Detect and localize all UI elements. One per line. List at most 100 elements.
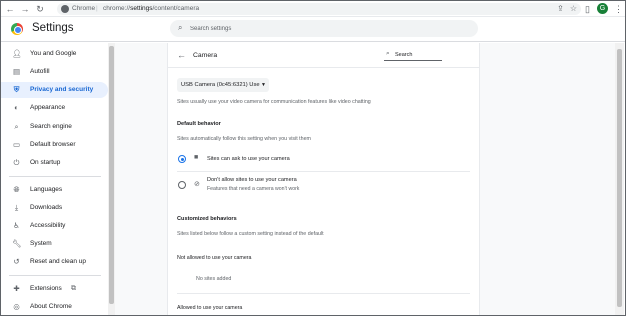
address-bar[interactable]: Chrome | chrome://settings/content/camer… — [57, 3, 581, 15]
history-icon: ↺ — [13, 257, 20, 266]
sidebar-item-label: Autofill — [30, 68, 50, 75]
sidebar-item-appearance[interactable]: ◐ Appearance — [1, 100, 108, 116]
palette-icon: ◐ — [14, 103, 19, 112]
header-divider — [168, 67, 479, 68]
sidebar-item-default-browser[interactable]: ▭ Default browser — [1, 137, 108, 153]
sidebar-item-search-engine[interactable]: ⌕ Search engine — [1, 119, 108, 135]
accessibility-icon: ♿︎ — [13, 221, 20, 230]
camera-icon: ■ — [194, 154, 199, 161]
sidebar-item-label: System — [30, 240, 52, 247]
camera-off-icon: ⊘ — [194, 181, 200, 188]
menu-dots-icon[interactable]: ⋮ — [614, 3, 623, 15]
not-allowed-title: Not allowed to use your camera — [177, 255, 252, 261]
settings-sidebar: 👤︎ You and Google ▤ Autofill ⛨ Privacy a… — [1, 43, 108, 315]
sidebar-item-label: You and Google — [30, 50, 77, 57]
not-allowed-empty-text: No sites added — [196, 276, 232, 282]
allowed-title: Allowed to use your camera — [177, 305, 243, 311]
camera-device-description: Sites usually use your video camera for … — [177, 99, 371, 105]
search-icon: ⌕ — [386, 50, 390, 57]
default-behavior-description: Sites automatically follow this setting … — [177, 136, 311, 142]
globe-icon: 🌐︎ — [13, 185, 20, 194]
camera-search[interactable]: ⌕ — [384, 50, 442, 61]
url-highlight: settings — [130, 5, 153, 12]
settings-search-input[interactable] — [190, 23, 460, 34]
download-icon: ⤓ — [14, 203, 19, 212]
chrome-icon: ◎ — [13, 302, 20, 311]
camera-settings-card: ← Camera ⌕ USB Camera (0c45:6321) Use ▼ … — [167, 43, 480, 315]
settings-search[interactable]: ⌕ — [170, 20, 478, 37]
customized-behaviors-title: Customized behaviors — [177, 216, 237, 222]
allow-camera-label[interactable]: Sites can ask to use your camera — [207, 156, 290, 162]
camera-device-select[interactable]: USB Camera (0c45:6321) Use ▼ — [177, 78, 269, 92]
sidebar-item-label: Appearance — [30, 104, 66, 111]
sidebar-item-label: Downloads — [30, 204, 63, 211]
sidebar-divider — [9, 275, 101, 276]
sidebar-item-label: Reset and clean up — [30, 258, 87, 265]
allow-camera-radio[interactable] — [178, 155, 186, 163]
forward-button[interactable]: → — [19, 3, 31, 15]
clipboard-icon: ▤ — [12, 67, 21, 76]
external-link-icon: ⧉ — [71, 285, 76, 292]
chrome-logo-icon — [11, 23, 23, 35]
customized-behaviors-description: Sites listed below follow a custom setti… — [177, 231, 324, 237]
back-button[interactable]: ← — [4, 3, 16, 15]
caret-down-icon: ▼ — [261, 82, 266, 88]
person-icon: 👤︎ — [12, 49, 22, 58]
section-divider — [177, 293, 470, 294]
profile-avatar[interactable]: G — [597, 3, 608, 14]
block-camera-sublabel: Features that need a camera won't work — [207, 186, 300, 192]
search-icon: ⌕ — [14, 122, 19, 131]
sidebar-item-on-startup[interactable]: ⏻ On startup — [1, 155, 108, 171]
chrome-site-icon — [61, 5, 69, 13]
option-divider — [177, 171, 470, 172]
back-arrow-icon[interactable]: ← — [177, 50, 186, 60]
browser-icon: ▭ — [12, 140, 21, 149]
browser-toolbar: ← → ↻ Chrome | chrome://settings/content… — [1, 1, 625, 17]
sidebar-item-you-and-google[interactable]: 👤︎ You and Google — [1, 46, 108, 62]
sidebar-item-downloads[interactable]: ⤓ Downloads — [1, 200, 108, 216]
sidebar-item-autofill[interactable]: ▤ Autofill — [1, 64, 108, 80]
sidebar-item-privacy-and-security[interactable]: ⛨ Privacy and security — [1, 82, 108, 98]
sidebar-item-label: Accessibility — [30, 222, 66, 229]
sidebar-item-languages[interactable]: 🌐︎ Languages — [1, 182, 108, 198]
sidebar-item-label: Default browser — [30, 141, 76, 148]
main-scrollbar-thumb[interactable] — [617, 49, 622, 307]
main-content: ← Camera ⌕ USB Camera (0c45:6321) Use ▼ … — [115, 43, 615, 315]
reload-button[interactable]: ↻ — [34, 3, 46, 15]
address-bar-actions: ⇪ ☆ — [557, 3, 577, 15]
camera-device-value: USB Camera (0c45:6321) Use — [181, 82, 260, 88]
sidebar-item-accessibility[interactable]: ♿︎ Accessibility — [1, 218, 108, 234]
sidebar-scrollbar-thumb[interactable] — [109, 46, 114, 304]
sidebar-item-system[interactable]: 🔧︎ System — [1, 236, 108, 252]
sidebar-item-label: Languages — [30, 186, 63, 193]
shield-icon: ⛨ — [13, 85, 20, 94]
side-panel-icon[interactable]: ▯ — [585, 3, 590, 15]
block-camera-radio[interactable] — [178, 181, 186, 189]
sidebar-item-label: Search engine — [30, 123, 72, 130]
address-bar-separator: | — [96, 5, 98, 12]
power-icon: ⏻ — [13, 158, 20, 167]
sidebar-item-label: Privacy and security — [30, 86, 94, 93]
sidebar-divider — [9, 176, 101, 177]
camera-page-title: Camera — [193, 52, 218, 59]
url-suffix: /content/camera — [152, 5, 200, 12]
block-camera-label[interactable]: Don't allow sites to use your camera — [207, 177, 297, 183]
sidebar-item-about-chrome[interactable]: ◎ About Chrome — [1, 299, 108, 315]
sidebar-item-label: About Chrome — [30, 303, 72, 310]
share-icon[interactable]: ⇪ — [557, 3, 564, 15]
bookmark-star-icon[interactable]: ☆ — [570, 3, 577, 15]
sidebar-item-label: Extensions — [30, 285, 62, 292]
puzzle-icon: ✚ — [13, 284, 20, 293]
sidebar-item-reset-and-clean-up[interactable]: ↺ Reset and clean up — [1, 254, 108, 270]
sidebar-item-extensions[interactable]: ✚ Extensions ⧉ — [1, 281, 108, 297]
default-behavior-title: Default behavior — [177, 121, 221, 127]
settings-header: Settings ⌕ — [1, 18, 625, 42]
page-title: Settings — [32, 22, 74, 34]
wrench-icon: 🔧︎ — [12, 239, 22, 248]
address-bar-brand: Chrome — [72, 5, 96, 12]
sidebar-item-label: On startup — [30, 159, 61, 166]
camera-search-input[interactable] — [395, 51, 441, 59]
url-prefix: chrome:// — [103, 5, 131, 12]
search-icon: ⌕ — [178, 23, 183, 32]
address-bar-url: chrome://settings/content/camera — [103, 3, 199, 15]
